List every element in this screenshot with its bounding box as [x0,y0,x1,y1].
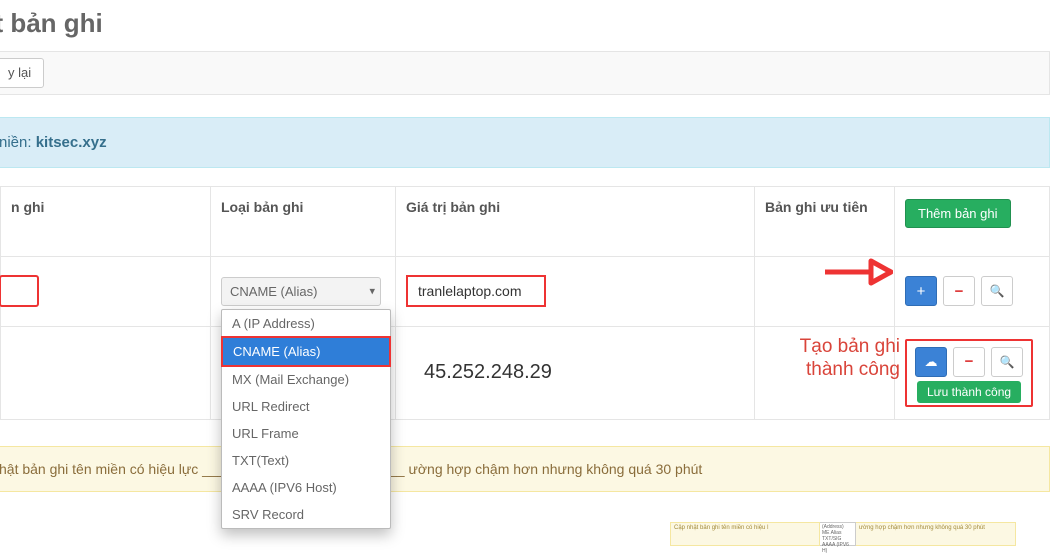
add-record-button[interactable]: Thêm bản ghi [905,199,1011,229]
arrow-annotation [823,257,893,287]
page-title: ật bản ghi [0,0,1050,51]
footer-note-left: Cập nhật bản ghi tên miền có hiệu l [670,522,820,546]
footer-list-item: AAAA (IPV6 H) [822,542,853,554]
footer-mini-list: (Address) ME Alias TXT/SIG AAAA (IPV6 H) [820,522,856,546]
save-success-badge: Lưu thành công [917,381,1021,403]
remove-row-button[interactable]: − [943,276,975,306]
back-button[interactable]: y lại [0,58,44,88]
type-select[interactable]: CNAME (Alias) [221,277,381,306]
search-icon: 🔍 [1000,355,1015,369]
cell-host [1,326,211,419]
type-option[interactable]: SRV Record [222,501,390,528]
row-actions: + − 🔍 [905,276,1039,306]
type-select-wrap[interactable]: CNAME (Alias) ▾ A (IP Address) CNAME (Al… [221,277,381,306]
search-icon: 🔍 [990,284,1005,298]
cell-host [1,256,211,326]
type-option[interactable]: TXT(Text) [222,447,390,474]
cloud-save-button[interactable]: ☁ [915,347,947,377]
minus-icon: − [955,283,964,300]
type-dropdown: A (IP Address) CNAME (Alias) MX (Mail Ex… [221,309,391,529]
type-option-selected[interactable]: CNAME (Alias) [221,336,391,367]
toolbar: y lại [0,51,1050,95]
footer-thumbnail: Cập nhật bản ghi tên miền có hiệu l (Add… [670,522,1016,546]
row-actions: ☁ − 🔍 [915,347,1023,377]
cell-value: 45.252.248.29 [396,326,755,419]
remove-row-button[interactable]: − [953,347,985,377]
note-panel: hật bản ghi tên miền có hiệu lực ____ __… [0,446,1050,492]
table-row: 45.252.248.29 Tạo bản ghi thành công ☁ −… [1,326,1050,419]
th-priority: Bản ghi ưu tiên [755,186,895,256]
search-row-button[interactable]: 🔍 [981,276,1013,306]
domain-panel: niền: kitsec.xyz [0,117,1050,168]
cell-actions: + − 🔍 [895,256,1050,326]
footer-note-right: ường hợp chậm hơn nhưng không quá 30 phú… [856,522,1016,546]
th-add: Thêm bản ghi [895,186,1050,256]
value-input[interactable] [406,275,546,307]
cell-priority: Tạo bản ghi thành công [755,326,895,419]
type-option[interactable]: MX (Mail Exchange) [222,366,390,393]
success-annotation-text: Tạo bản ghi thành công [800,336,900,381]
cell-value [396,256,755,326]
type-option[interactable]: AAAA (IPV6 Host) [222,474,390,501]
type-option[interactable]: URL Frame [222,420,390,447]
records-table: n ghi Loại bản ghi Giá trị bản ghi Bản g… [0,186,1050,420]
type-option[interactable]: A (IP Address) [222,310,390,337]
cell-actions: ☁ − 🔍 Lưu thành công [895,326,1050,419]
th-type: Loại bản ghi [211,186,396,256]
domain-name: kitsec.xyz [36,134,107,151]
table-header-row: n ghi Loại bản ghi Giá trị bản ghi Bản g… [1,186,1050,256]
value-text: 45.252.248.29 [406,361,744,384]
plus-icon: + [917,283,926,300]
minus-icon: − [965,353,974,370]
host-input[interactable] [0,275,39,307]
actions-highlight-box: ☁ − 🔍 Lưu thành công [905,339,1033,407]
th-host: n ghi [1,186,211,256]
add-row-button[interactable]: + [905,276,937,306]
cell-type: CNAME (Alias) ▾ A (IP Address) CNAME (Al… [211,256,396,326]
table-row: CNAME (Alias) ▾ A (IP Address) CNAME (Al… [1,256,1050,326]
domain-prefix: niền: [0,134,36,151]
type-option[interactable]: URL Redirect [222,393,390,420]
th-value: Giá trị bản ghi [396,186,755,256]
search-row-button[interactable]: 🔍 [991,347,1023,377]
cloud-icon: ☁ [925,354,938,370]
success-annotation: Tạo bản ghi thành công [760,335,900,383]
